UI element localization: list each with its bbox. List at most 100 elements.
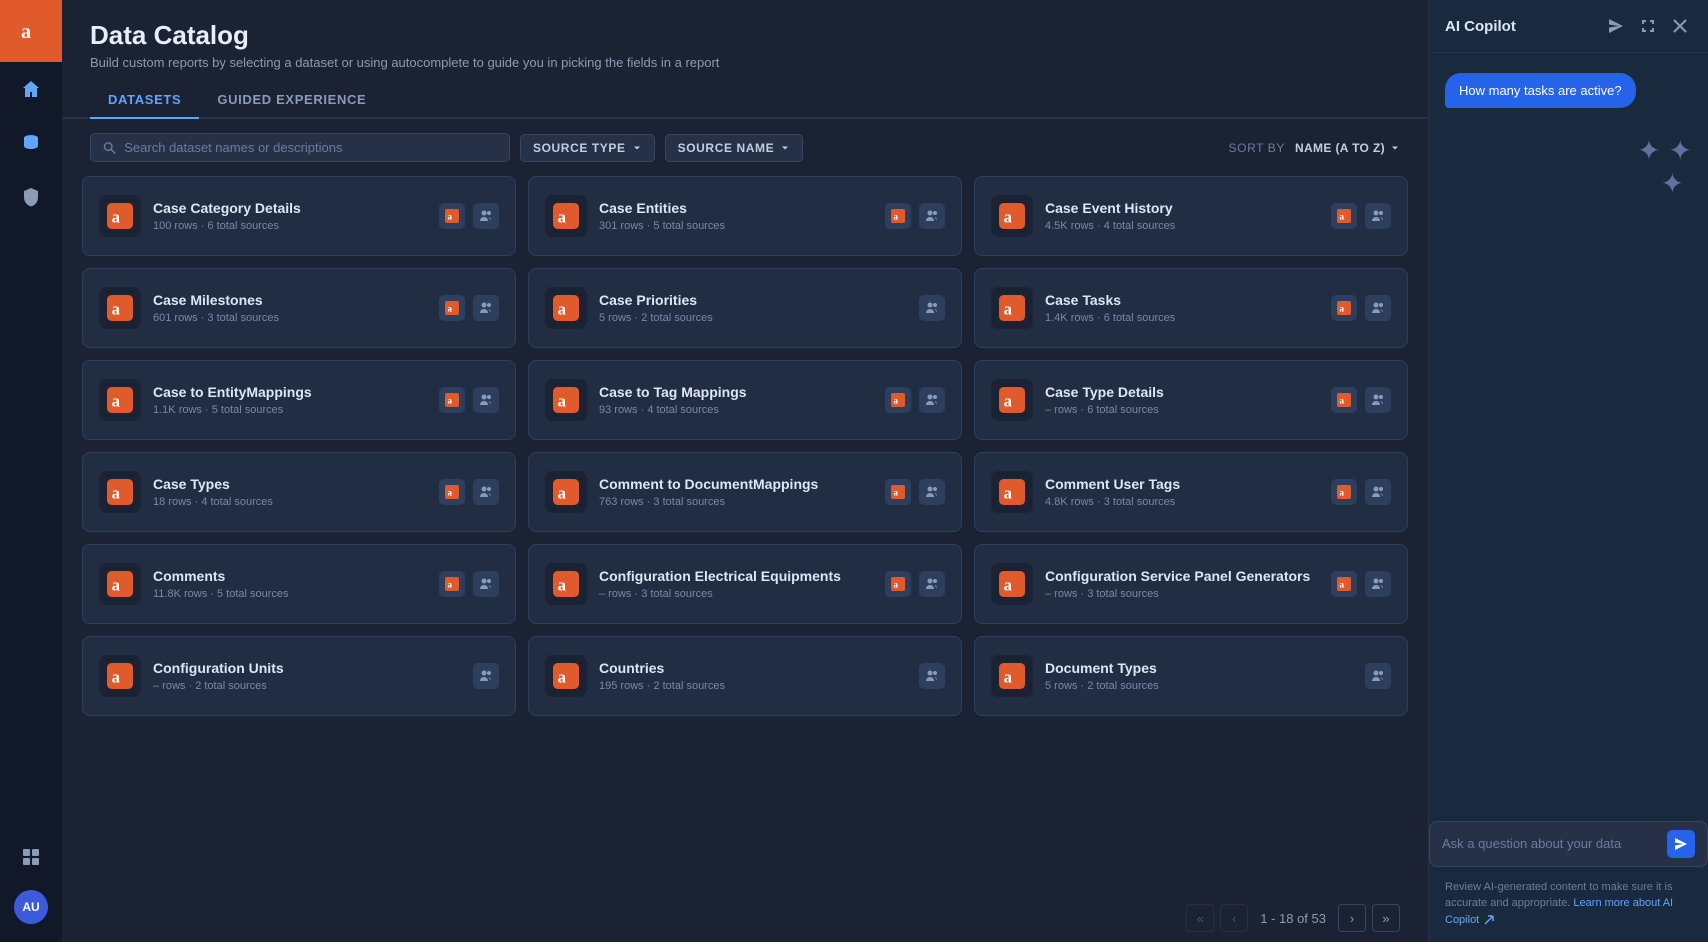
sidebar-item-shield[interactable] xyxy=(10,176,52,218)
card-users-icon[interactable] xyxy=(473,479,499,505)
card-users-icon[interactable] xyxy=(1365,571,1391,597)
card-source-icon[interactable]: a xyxy=(885,387,911,413)
card-actions: a xyxy=(439,479,499,505)
panel-send-icon[interactable] xyxy=(1604,14,1628,38)
dataset-card-comments[interactable]: a Comments 11.8K rows · 5 total sources … xyxy=(82,544,516,624)
external-link-icon xyxy=(1484,915,1494,925)
toolbar: SOURCE TYPE SOURCE NAME SORT BY NAME (A … xyxy=(62,119,1428,176)
card-actions xyxy=(1365,663,1391,689)
card-users-icon[interactable] xyxy=(473,295,499,321)
svg-text:a: a xyxy=(1340,488,1345,498)
dataset-card-case-to-tag-mappings[interactable]: a Case to Tag Mappings 93 rows · 4 total… xyxy=(528,360,962,440)
card-users-icon[interactable] xyxy=(473,571,499,597)
card-users-icon[interactable] xyxy=(1365,295,1391,321)
dataset-card-comment-to-documentmappings[interactable]: a Comment to DocumentMappings 763 rows ·… xyxy=(528,452,962,532)
card-appian-icon: a xyxy=(545,655,587,697)
card-actions: a xyxy=(885,479,945,505)
card-users-icon[interactable] xyxy=(1365,663,1391,689)
dataset-card-case-to-entitymappings[interactable]: a Case to EntityMappings 1.1K rows · 5 t… xyxy=(82,360,516,440)
card-users-icon[interactable] xyxy=(919,571,945,597)
panel-input-area xyxy=(1429,821,1708,879)
send-button[interactable] xyxy=(1667,830,1695,858)
tab-guided-experience[interactable]: GUIDED EXPERIENCE xyxy=(199,82,384,119)
copilot-learn-more-link[interactable]: Learn more about AI Copilot xyxy=(1445,897,1673,926)
last-page-button[interactable]: » xyxy=(1372,904,1400,932)
card-source-icon[interactable]: a xyxy=(439,479,465,505)
dataset-card-case-category-details[interactable]: a Case Category Details 100 rows · 6 tot… xyxy=(82,176,516,256)
card-meta: 195 rows · 2 total sources xyxy=(599,680,907,692)
dataset-card-case-milestones[interactable]: a Case Milestones 601 rows · 3 total sou… xyxy=(82,268,516,348)
card-source-icon[interactable]: a xyxy=(1331,479,1357,505)
card-users-icon[interactable] xyxy=(919,387,945,413)
dataset-card-document-types[interactable]: a Document Types 5 rows · 2 total source… xyxy=(974,636,1408,716)
card-users-icon[interactable] xyxy=(1365,479,1391,505)
next-page-button[interactable]: › xyxy=(1338,904,1366,932)
card-info: Configuration Electrical Equipments – ro… xyxy=(599,568,873,600)
svg-text:a: a xyxy=(894,212,899,222)
card-users-icon[interactable] xyxy=(473,663,499,689)
dataset-card-configuration-service-panel-generators[interactable]: a Configuration Service Panel Generators… xyxy=(974,544,1408,624)
svg-text:a: a xyxy=(112,668,121,687)
dataset-card-case-tasks[interactable]: a Case Tasks 1.4K rows · 6 total sources… xyxy=(974,268,1408,348)
source-type-filter[interactable]: SOURCE TYPE xyxy=(520,134,655,162)
card-title: Case Priorities xyxy=(599,292,907,308)
tab-datasets[interactable]: DATASETS xyxy=(90,82,199,119)
card-meta: – rows · 6 total sources xyxy=(1045,404,1319,416)
dataset-card-case-priorities[interactable]: a Case Priorities 5 rows · 2 total sourc… xyxy=(528,268,962,348)
panel-expand-icon[interactable] xyxy=(1636,14,1660,38)
card-source-icon[interactable]: a xyxy=(885,571,911,597)
svg-text:a: a xyxy=(1004,300,1013,319)
card-source-icon[interactable]: a xyxy=(1331,387,1357,413)
dataset-card-case-event-history[interactable]: a Case Event History 4.5K rows · 4 total… xyxy=(974,176,1408,256)
dataset-card-configuration-electrical-equipments[interactable]: a Configuration Electrical Equipments – … xyxy=(528,544,962,624)
card-users-icon[interactable] xyxy=(473,203,499,229)
card-source-icon[interactable]: a xyxy=(885,203,911,229)
search-input[interactable] xyxy=(124,140,497,155)
card-users-icon[interactable] xyxy=(919,295,945,321)
card-actions: a xyxy=(1331,203,1391,229)
dataset-grid-container: a Case Category Details 100 rows · 6 tot… xyxy=(62,176,1428,894)
card-info: Case Tasks 1.4K rows · 6 total sources xyxy=(1045,292,1319,324)
page-title: Data Catalog xyxy=(90,20,1400,51)
card-source-icon[interactable]: a xyxy=(1331,203,1357,229)
dataset-card-configuration-units[interactable]: a Configuration Units – rows · 2 total s… xyxy=(82,636,516,716)
card-source-icon[interactable]: a xyxy=(439,571,465,597)
card-users-icon[interactable] xyxy=(473,387,499,413)
svg-text:a: a xyxy=(112,392,121,411)
card-users-icon[interactable] xyxy=(1365,203,1391,229)
card-source-icon[interactable]: a xyxy=(1331,571,1357,597)
sort-order-button[interactable]: NAME (A TO Z) xyxy=(1295,141,1400,155)
card-info: Countries 195 rows · 2 total sources xyxy=(599,660,907,692)
first-page-button[interactable]: « xyxy=(1186,904,1214,932)
dataset-card-case-entities[interactable]: a Case Entities 301 rows · 5 total sourc… xyxy=(528,176,962,256)
svg-text:a: a xyxy=(1340,396,1345,406)
card-appian-icon: a xyxy=(99,287,141,329)
card-meta: 601 rows · 3 total sources xyxy=(153,312,427,324)
dataset-card-case-type-details[interactable]: a Case Type Details – rows · 6 total sou… xyxy=(974,360,1408,440)
sidebar-item-database[interactable] xyxy=(10,122,52,164)
chat-input[interactable] xyxy=(1442,836,1659,851)
page-subtitle: Build custom reports by selecting a data… xyxy=(90,55,1400,70)
svg-text:a: a xyxy=(112,300,121,319)
svg-text:a: a xyxy=(1340,580,1345,590)
sidebar-item-grid[interactable] xyxy=(10,836,52,878)
card-users-icon[interactable] xyxy=(919,663,945,689)
prev-page-button[interactable]: ‹ xyxy=(1220,904,1248,932)
card-source-icon[interactable]: a xyxy=(439,387,465,413)
app-logo[interactable]: a xyxy=(0,0,62,62)
dataset-card-comment-user-tags[interactable]: a Comment User Tags 4.8K rows · 3 total … xyxy=(974,452,1408,532)
card-source-icon[interactable]: a xyxy=(439,203,465,229)
card-users-icon[interactable] xyxy=(919,203,945,229)
card-users-icon[interactable] xyxy=(1365,387,1391,413)
dataset-card-countries[interactable]: a Countries 195 rows · 2 total sources xyxy=(528,636,962,716)
source-name-filter[interactable]: SOURCE NAME xyxy=(665,134,804,162)
card-source-icon[interactable]: a xyxy=(1331,295,1357,321)
sidebar-item-home[interactable] xyxy=(10,68,52,110)
card-source-icon[interactable]: a xyxy=(885,479,911,505)
card-meta: 93 rows · 4 total sources xyxy=(599,404,873,416)
user-avatar[interactable]: AU xyxy=(14,890,48,924)
card-source-icon[interactable]: a xyxy=(439,295,465,321)
card-users-icon[interactable] xyxy=(919,479,945,505)
dataset-card-case-types[interactable]: a Case Types 18 rows · 4 total sources a xyxy=(82,452,516,532)
panel-close-icon[interactable] xyxy=(1668,14,1692,38)
